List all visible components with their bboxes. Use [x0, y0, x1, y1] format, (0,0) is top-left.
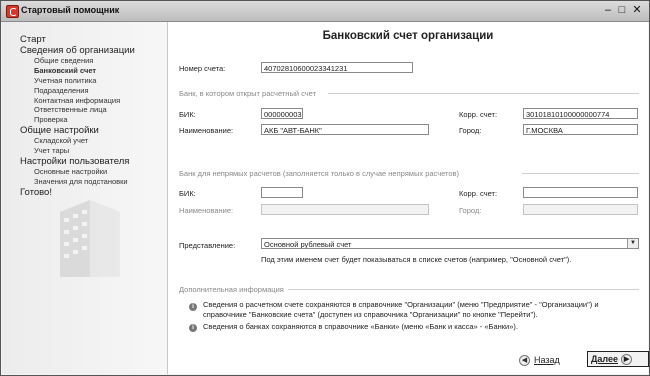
- back-button[interactable]: ◀ Назад: [519, 355, 560, 367]
- bik-field[interactable]: 000000003: [261, 108, 303, 119]
- sidebar-item[interactable]: Старт: [20, 34, 135, 45]
- indirect-section-divider: [522, 173, 639, 174]
- city-label: Город:: [459, 126, 482, 135]
- info-text-banks: Сведения о банках сохраняются в справочн…: [203, 322, 519, 331]
- info-text-accounts-line2: справочнике "Банковские счета" (доступен…: [203, 310, 538, 319]
- presentation-select[interactable]: Основной рублевый счет ▼: [261, 238, 639, 249]
- sidebar-item[interactable]: Общие сведения: [20, 56, 135, 66]
- indirect-bik-label: БИК:: [179, 189, 196, 198]
- building-icon: [60, 200, 120, 277]
- sidebar-item[interactable]: Готово!: [20, 187, 135, 198]
- sidebar: Старт Сведения об организации Общие сведен…: [2, 22, 168, 374]
- next-label: Далее: [591, 354, 619, 364]
- indirect-city-field: [523, 204, 638, 215]
- account-number-field[interactable]: 40702810600023341231: [261, 62, 413, 73]
- sidebar-item[interactable]: Настройки пользователя: [20, 156, 135, 167]
- bank-name-label: Наименование:: [179, 126, 234, 135]
- info-text-accounts: Сведения о расчетном счете сохраняются в…: [203, 300, 599, 320]
- window-title: Стартовый помощник: [21, 5, 120, 15]
- title-bar: Стартовый помощник – □ ✕: [1, 1, 649, 22]
- dropdown-arrow-icon[interactable]: ▼: [627, 239, 638, 248]
- bank-name-field[interactable]: АКБ "АВТ-БАНК": [261, 124, 429, 135]
- sidebar-item[interactable]: Учетная политика: [20, 76, 135, 86]
- bank-section-title: Банк, в котором открыт расчетный счет: [179, 89, 317, 98]
- main-panel: Банковский счет организации Номер счета:…: [168, 22, 649, 374]
- next-button[interactable]: Далее ▶: [587, 351, 649, 367]
- arrow-right-icon: ▶: [621, 354, 633, 366]
- back-label: Назад: [534, 355, 560, 365]
- info-icon: i: [189, 303, 197, 311]
- page-title: Банковский счет организации: [322, 30, 494, 42]
- arrow-left-icon: ◀: [519, 355, 530, 367]
- indirect-corr-field[interactable]: [523, 187, 638, 198]
- indirect-name-label: Наименование:: [179, 206, 234, 215]
- corr-account-label: Корр. счет:: [459, 110, 498, 119]
- sidebar-item[interactable]: Сведения об организации: [20, 45, 135, 56]
- sidebar-item[interactable]: Проверка: [20, 115, 135, 125]
- sidebar-item[interactable]: Общие настройки: [20, 125, 135, 136]
- sidebar-item[interactable]: Контактная информация: [20, 96, 135, 106]
- close-icon[interactable]: ✕: [630, 4, 644, 17]
- bik-label: БИК:: [179, 110, 196, 119]
- indirect-bik-field[interactable]: [261, 187, 303, 198]
- info-icon: i: [189, 324, 197, 332]
- info-text-accounts-line1: Сведения о расчетном счете сохраняются в…: [203, 300, 599, 309]
- presentation-label: Представление:: [179, 241, 236, 250]
- maximize-icon[interactable]: □: [615, 4, 629, 17]
- indirect-name-field: [261, 204, 429, 215]
- sidebar-item[interactable]: Учет тары: [20, 146, 135, 156]
- assistant-window: Стартовый помощник – □ ✕ Старт Сведения о…: [0, 0, 650, 376]
- sidebar-item[interactable]: Складской учет: [20, 136, 135, 146]
- indirect-corr-label: Корр. счет:: [459, 189, 498, 198]
- presentation-hint: Под этим именем счет будет показываться …: [261, 255, 572, 264]
- sidebar-item[interactable]: Основные настройки: [20, 167, 135, 177]
- city-field[interactable]: Г.МОСКВА: [523, 124, 638, 135]
- sidebar-item[interactable]: Ответственные лица: [20, 105, 135, 115]
- corr-account-field[interactable]: 30101810100000000774: [523, 108, 638, 119]
- sidebar-item[interactable]: Подразделения: [20, 86, 135, 96]
- sidebar-item[interactable]: Значения для подстановки: [20, 177, 135, 187]
- indirect-section-title: Банк для непрямых расчетов (заполняется …: [179, 169, 460, 178]
- account-label: Номер счета:: [179, 64, 226, 73]
- step-list: Старт Сведения об организации Общие сведен…: [20, 34, 135, 198]
- additional-info-divider: [288, 289, 639, 290]
- bank-section-divider: [328, 93, 639, 94]
- additional-info-title: Дополнительная информация: [179, 285, 284, 294]
- app-icon: [6, 5, 19, 18]
- presentation-value: Основной рублевый счет: [264, 240, 352, 249]
- sidebar-item[interactable]: Банковский счет: [20, 66, 135, 76]
- minimize-icon[interactable]: –: [601, 4, 615, 17]
- indirect-city-label: Город:: [459, 206, 482, 215]
